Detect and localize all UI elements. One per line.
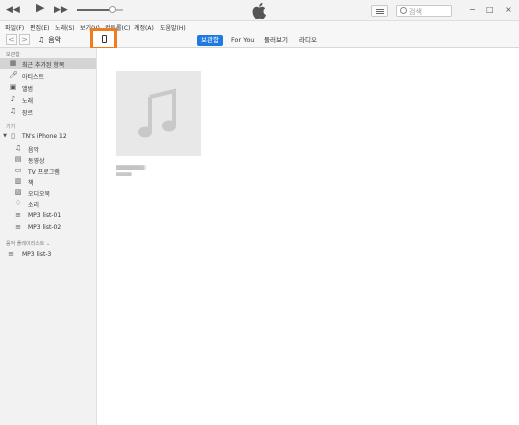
sidebar-item-label: 책: [28, 180, 34, 187]
sidebar-item-label: 동영상: [28, 158, 45, 165]
sidebar-item-label: 음악: [28, 147, 40, 154]
sidebar-item-label: MP3 list-02: [28, 224, 62, 231]
device-name: TN's iPhone 12: [22, 133, 67, 140]
device-button[interactable]: [90, 28, 117, 50]
sidebar-item-albums[interactable]: ▣ 앨범: [0, 82, 96, 93]
playlist-icon: ≡: [8, 250, 14, 258]
sidebar-item-label: 노래: [22, 98, 34, 105]
iphone-icon: [102, 35, 107, 43]
back-button[interactable]: <: [6, 34, 17, 45]
search-placeholder: 검색: [409, 8, 422, 16]
sidebar-item-label: MP3 list-3: [22, 251, 52, 258]
music-note-icon: ♪: [10, 95, 16, 103]
device-item-audiobooks[interactable]: ▧ 오디오북: [0, 187, 96, 198]
device-item-mp3-list-01[interactable]: ≡ MP3 list-01: [0, 210, 96, 221]
sidebar: 보관함 ▦ 최근 추가된 항목 🎤︎ 아티스트 ▣ 앨범 ♪ 노래 ♫ 장르 기…: [0, 48, 97, 425]
microphone-icon: 🎤︎: [9, 71, 18, 79]
music-note-icon: ♫: [38, 36, 45, 44]
device-item-mp3-list-02[interactable]: ≡ MP3 list-02: [0, 222, 96, 233]
list-view-button[interactable]: [371, 5, 388, 17]
sidebar-item-label: 아티스트: [22, 74, 45, 81]
album-title[interactable]: ▒▒▒▒▒▒▒▒▒: [116, 165, 146, 170]
main-content: ▒▒▒▒▒▒▒▒▒ ▒▒▒▒▒: [97, 48, 519, 425]
navigation-bar: < > ♫ 음악 보관함 For You 둘러보기 라디오: [0, 28, 519, 50]
tab-browse[interactable]: 둘러보기: [264, 35, 288, 46]
playlist-icon: ≡: [15, 223, 21, 231]
playlist-icon: ≡: [15, 211, 21, 219]
apple-logo-icon: [252, 3, 266, 19]
film-icon: ▤: [14, 155, 22, 163]
device-item-books[interactable]: ▥ 책: [0, 176, 96, 187]
play-icon[interactable]: ▶: [36, 2, 44, 13]
album-artist: ▒▒▒▒▒: [116, 172, 132, 176]
expand-triangle-icon: ▼: [3, 133, 7, 139]
tab-library[interactable]: 보관함: [197, 35, 223, 46]
sidebar-item-genres[interactable]: ♫ 장르: [0, 106, 96, 117]
album-icon: ▣: [9, 83, 17, 91]
device-item-videos[interactable]: ▤ 동영상: [0, 154, 96, 165]
sidebar-item-label: TV 프로그램: [28, 169, 60, 176]
playlist-item-mp3-list-3[interactable]: ≡ MP3 list-3: [0, 249, 96, 260]
sidebar-item-label: 오디오북: [28, 191, 51, 198]
media-type-selector[interactable]: ♫ 음악: [38, 35, 61, 45]
maximize-button[interactable]: □: [486, 5, 494, 14]
bell-icon: ♢: [14, 199, 22, 207]
playlists-header[interactable]: 음악 플레이리스트 ⌄: [6, 240, 50, 247]
title-bar: ◀◀ ▶ ▶▶ 검색 − □ ×: [0, 0, 519, 21]
audiobook-icon: ▧: [14, 188, 22, 196]
media-type-label: 음악: [48, 36, 62, 44]
sidebar-item-recently-added[interactable]: ▦ 최근 추가된 항목: [0, 58, 96, 69]
music-note-icon: ♫: [14, 144, 22, 152]
search-field[interactable]: 검색: [396, 5, 452, 17]
volume-slider[interactable]: [77, 6, 123, 13]
sidebar-item-label: MP3 list-01: [28, 212, 62, 219]
library-header: 보관함: [6, 52, 20, 58]
menu-bar: 파일(F) 편집(E) 노래(S) 보기(V) 컨트롤(C) 계정(A) 도움말…: [0, 21, 519, 32]
menu-file[interactable]: 파일(F): [5, 23, 24, 32]
music-note-placeholder-icon: [138, 88, 176, 138]
grid-icon: ▦: [9, 59, 17, 67]
minimize-button[interactable]: −: [469, 5, 476, 14]
menu-edit[interactable]: 편집(E): [30, 23, 50, 32]
rewind-icon[interactable]: ◀◀: [6, 5, 20, 15]
fast-forward-icon[interactable]: ▶▶: [54, 5, 68, 15]
iphone-icon: ▯: [11, 132, 15, 140]
sidebar-item-artists[interactable]: 🎤︎ 아티스트: [0, 70, 96, 81]
device-item-music[interactable]: ♫ 음악: [0, 143, 96, 154]
menu-help[interactable]: 도움말(H): [160, 23, 186, 32]
menu-song[interactable]: 노래(S): [55, 23, 75, 32]
sidebar-item-label: 장르: [22, 110, 34, 117]
tv-icon: ▭: [14, 166, 22, 174]
forward-button[interactable]: >: [19, 34, 30, 45]
tab-radio[interactable]: 라디오: [299, 35, 317, 46]
device-item-tv[interactable]: ▭ TV 프로그램: [0, 165, 96, 176]
device-item-sounds[interactable]: ♢ 소리: [0, 198, 96, 209]
sidebar-item-songs[interactable]: ♪ 노래: [0, 94, 96, 105]
album-artwork[interactable]: [116, 71, 201, 156]
menu-account[interactable]: 계정(A): [134, 23, 154, 32]
genre-icon: ♫: [9, 107, 17, 115]
sidebar-item-label: 최근 추가된 항목: [22, 62, 65, 69]
search-icon: [400, 7, 407, 14]
sidebar-item-label: 앨범: [22, 86, 34, 93]
volume-fill: [77, 9, 113, 11]
sidebar-item-label: 소리: [28, 202, 40, 209]
sidebar-device[interactable]: ▼ ▯ TN's iPhone 12: [0, 131, 96, 142]
devices-header: 기기: [6, 124, 16, 130]
book-icon: ▥: [14, 177, 22, 185]
tab-for-you[interactable]: For You: [231, 35, 254, 46]
close-button[interactable]: ×: [505, 5, 512, 14]
volume-knob[interactable]: [109, 6, 117, 13]
